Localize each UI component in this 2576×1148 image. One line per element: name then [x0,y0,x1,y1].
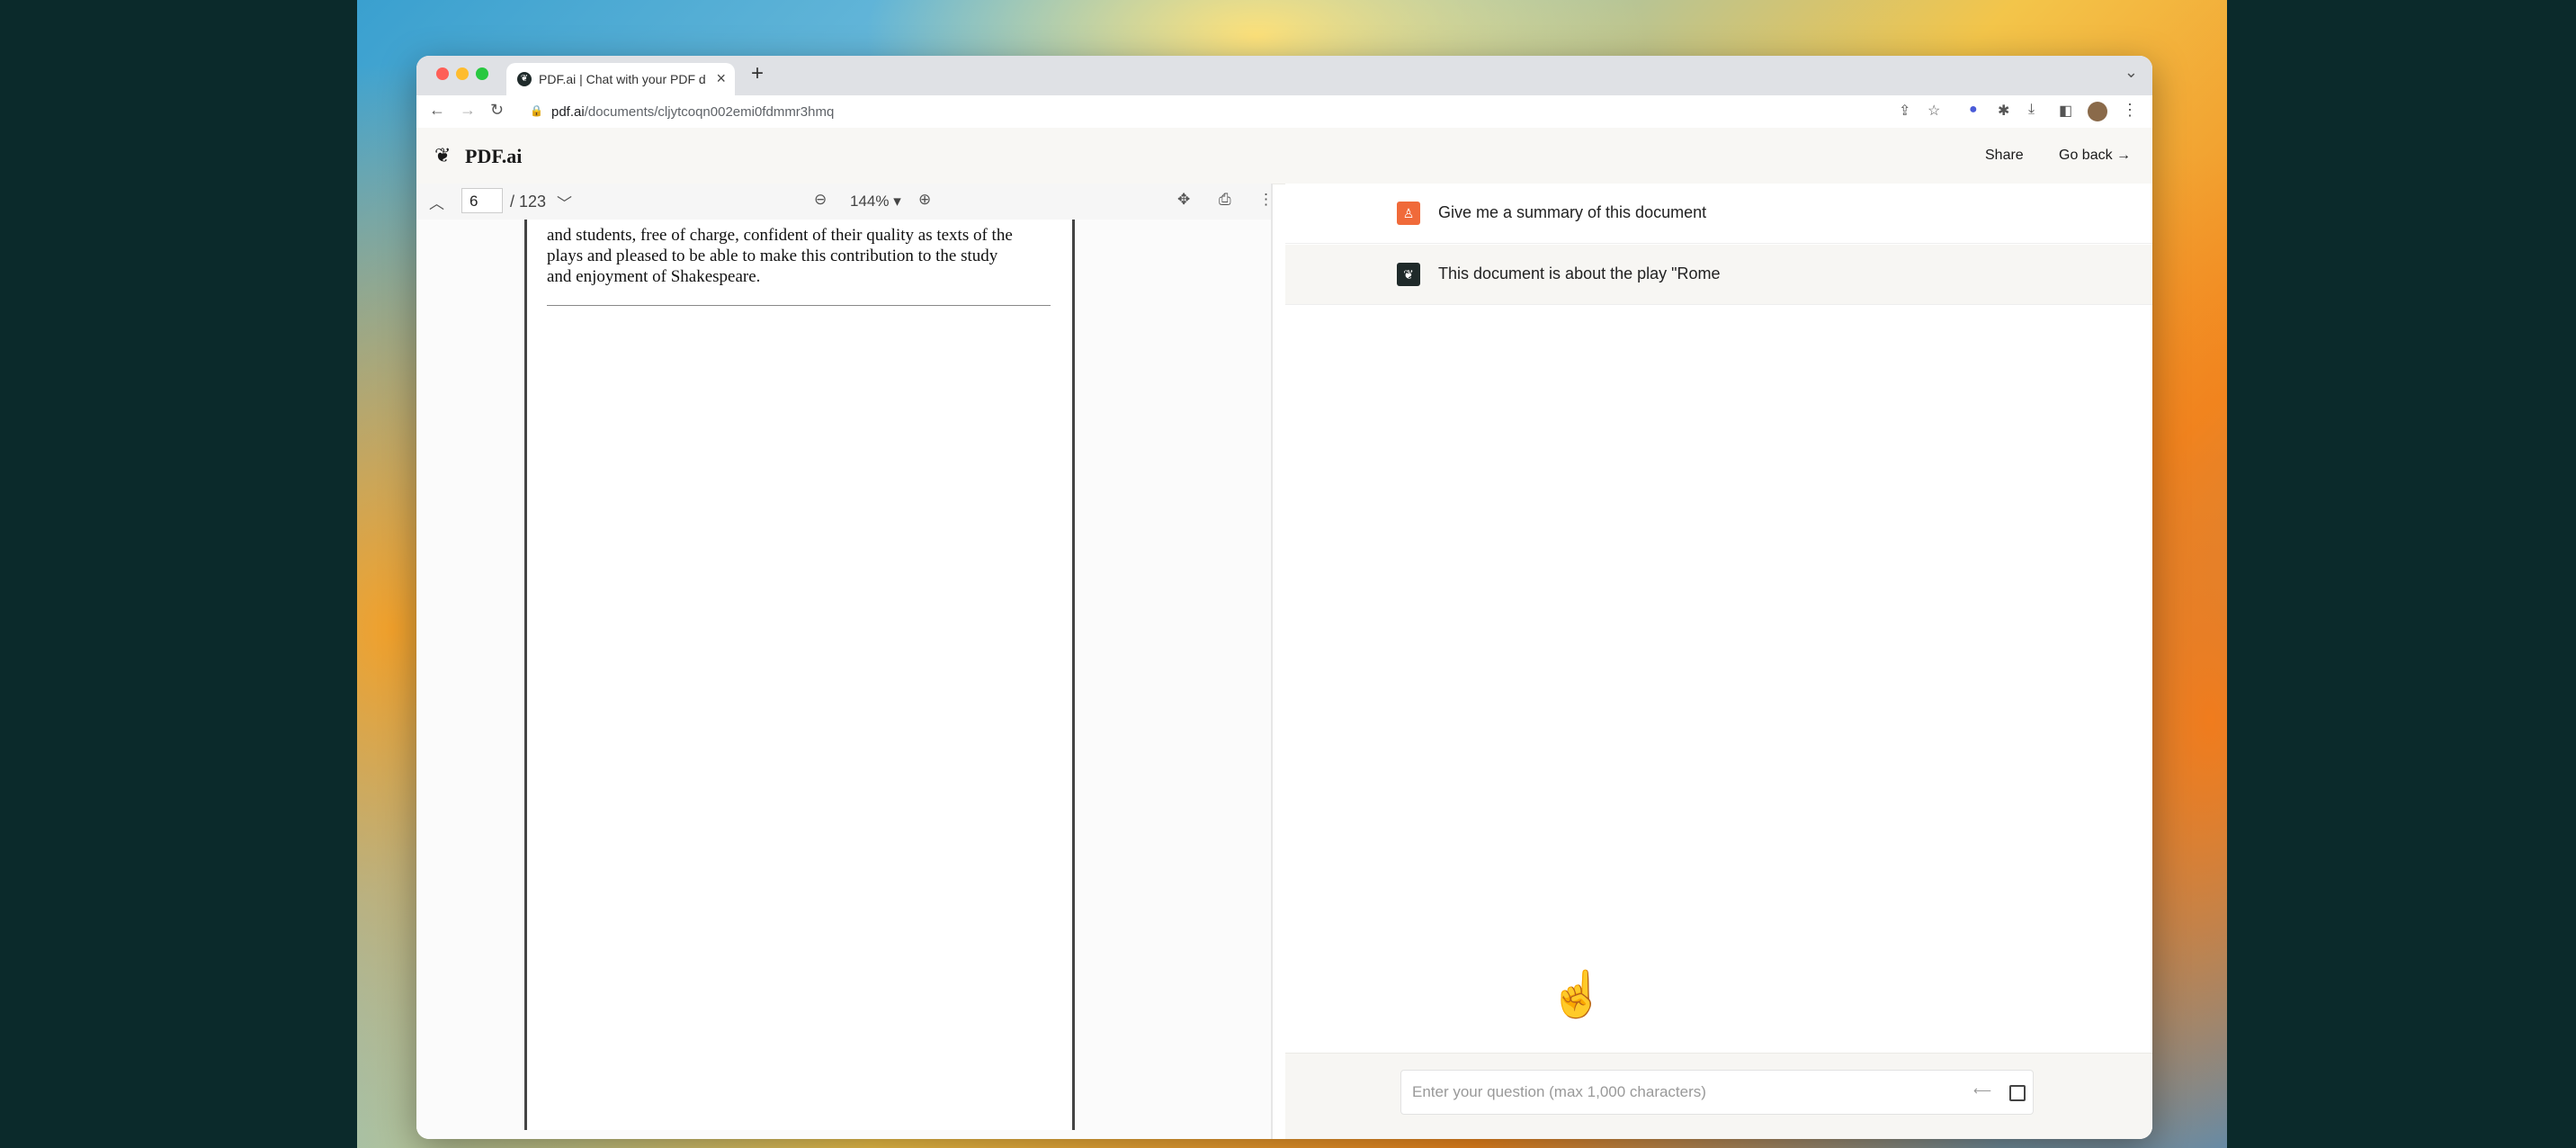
zoom-in-icon[interactable]: ⊕ [918,191,931,209]
app-header: ❦ PDF.ai Share Go back → [416,128,2152,184]
question-input[interactable] [1410,1080,1954,1105]
previous-page-chevron-up-icon[interactable]: ︿ [429,191,444,213]
browser-window: ❦ PDF.ai | Chat with your PDF do × + ⌄ ←… [416,56,2152,1139]
stop-generating-button[interactable] [2009,1085,2026,1101]
question-input-box: ⟵ [1400,1070,2034,1115]
url-text: pdf.ai/documents/cljytcoqn002emi0fdmmr3h… [551,104,835,120]
back-arrow-icon[interactable]: ← [429,101,445,120]
next-page-chevron-down-icon[interactable]: ﹀ [557,191,572,213]
pdfai-favicon-icon: ❦ [517,72,532,86]
bookmark-star-icon[interactable]: ☆ [1928,102,1940,120]
print-icon[interactable]: ⎙ [1219,191,1231,209]
tab-search-chevron-down-icon[interactable]: ⌄ [2124,63,2138,82]
minimize-window-button[interactable] [456,67,469,80]
extension-icon[interactable]: ● [1969,102,1978,118]
assistant-avatar-icon: ❦ [1397,263,1420,286]
side-panel-icon[interactable]: ◧ [2059,102,2072,120]
send-arrow-icon: ⟵ [1973,1083,1992,1098]
download-icon[interactable]: ⤓ [2028,102,2035,118]
maximize-window-button[interactable] [476,67,488,80]
chat-message-assistant: ❦ This document is about the play "Rome [1285,245,2152,305]
tab-bar: ❦ PDF.ai | Chat with your PDF do × + ⌄ [416,56,2152,95]
new-tab-button[interactable]: + [751,61,764,86]
composer-area: ⟵ [1285,1053,2152,1139]
pdf-text-line: and enjoyment of Shakespeare. [547,267,761,286]
zoom-out-icon[interactable]: ⊖ [814,191,827,209]
chat-message-user: ♙ Give me a summary of this document [1285,184,2152,244]
footnote-rule [547,305,1051,306]
reload-icon[interactable]: ↻ [490,101,504,120]
page-number-input[interactable]: 6 [461,188,503,213]
profile-avatar[interactable] [2088,102,2107,121]
share-page-icon[interactable]: ⇪ [1899,102,1910,120]
pdf-text-line: plays and pleased to be able to make thi… [547,247,998,265]
zoom-level-dropdown[interactable]: 144% ▾ [850,193,901,211]
browser-toolbar: ← → ↻ 🔒 pdf.ai/documents/cljytcoqn002emi… [416,95,2152,129]
share-button[interactable]: Share [1985,148,2024,164]
assistant-message-text: This document is about the play "Rome [1438,265,1721,283]
user-avatar-icon: ♙ [1397,202,1420,225]
pdf-page-area[interactable]: and students, free of charge, confident … [416,220,1271,1139]
chat-panel: ♙ Give me a summary of this document ❦ T… [1285,184,2152,1139]
more-options-icon[interactable]: ⋮ [1258,191,1274,209]
fit-move-icon[interactable]: ✥ [1177,191,1190,209]
forward-arrow-icon[interactable]: → [460,101,476,120]
pdf-toolbar: ︿ 6 / 123 ﹀ ⊖ 144% ▾ ⊕ ✥ ⎙ ⋮ [416,184,1274,220]
page-total: / 123 [510,193,547,211]
pdf-text-line: and students, free of charge, confident … [547,226,1013,245]
go-back-button[interactable]: Go back → [2059,148,2131,164]
address-bar[interactable]: 🔒 pdf.ai/documents/cljytcoqn002emi0fdmmr… [521,100,1762,123]
close-window-button[interactable] [436,67,449,80]
logo-text[interactable]: PDF.ai [465,145,522,168]
user-message-text: Give me a summary of this document [1438,203,1707,221]
tab-title: PDF.ai | Chat with your PDF do [539,72,706,86]
tab-pdfai[interactable]: ❦ PDF.ai | Chat with your PDF do × [506,63,735,95]
pdf-viewer: ︿ 6 / 123 ﹀ ⊖ 144% ▾ ⊕ ✥ ⎙ ⋮ and student… [416,184,1274,1139]
extensions-puzzle-icon[interactable]: ✱ [1998,102,2009,120]
hand-pointer-cursor-icon: ☝ [1549,969,1606,1019]
pdf-page: and students, free of charge, confident … [524,220,1075,1130]
pdf-page-text: and students, free of charge, confident … [547,225,1051,287]
pdfai-logo-icon: ❦ [434,144,452,166]
lock-icon: 🔒 [530,104,543,117]
browser-menu-icon[interactable]: ⋮ [2122,101,2138,120]
tab-close-icon[interactable]: × [716,69,726,88]
